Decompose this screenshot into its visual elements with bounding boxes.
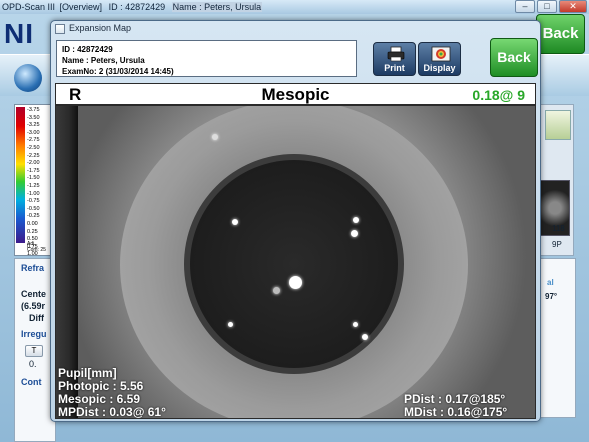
exam-number: ExamNo: 2 (31/03/2014 14:45) bbox=[62, 67, 174, 76]
reflection-glint bbox=[228, 322, 233, 327]
reflection-glint bbox=[351, 230, 358, 237]
minimize-button[interactable]: – bbox=[515, 0, 535, 13]
color-scale-footer: Adj. Com: 25 bbox=[27, 241, 46, 253]
scale-value: -1.25 bbox=[27, 182, 40, 189]
print-button[interactable]: Print bbox=[373, 42, 416, 76]
contrast-heading: Cont bbox=[21, 377, 42, 387]
center-value: (6.59r bbox=[21, 301, 46, 311]
eye-image[interactable]: Pupil[mm] Photopic : 5.56 Mesopic : 6.59… bbox=[55, 105, 536, 419]
print-label: Print bbox=[384, 63, 405, 73]
scale-value: -0.75 bbox=[27, 198, 40, 205]
dialog-titlebar: Expansion Map bbox=[51, 21, 540, 37]
display-label: Display bbox=[423, 63, 456, 73]
scale-value: -3.50 bbox=[27, 114, 40, 121]
brand-logo: NI bbox=[4, 18, 34, 49]
patient-name: Name : Peters, Ursula bbox=[62, 56, 145, 65]
mesopic-value: Mesopic : 6.59 bbox=[58, 392, 141, 406]
eye-side-label: R bbox=[69, 85, 82, 104]
scale-value: 0.00 bbox=[27, 220, 38, 227]
right-degree-value: 97° bbox=[545, 292, 558, 301]
irregular-toggle-button[interactable]: T bbox=[25, 345, 43, 357]
reflection-glint bbox=[232, 219, 238, 225]
close-button[interactable]: ✕ bbox=[559, 0, 587, 13]
app-title: OPD-Scan III bbox=[2, 2, 56, 12]
color-scale-panel: -3.75 -3.50 -3.25 -3.00 -2.75 -2.50 -2.25 -2.00… bbox=[14, 104, 54, 318]
maximize-button[interactable]: □ bbox=[537, 0, 557, 13]
reflection-glint bbox=[353, 322, 358, 327]
scale-value: -3.00 bbox=[27, 129, 40, 136]
globe-icon[interactable] bbox=[14, 64, 42, 92]
irregular-heading: Irregu bbox=[21, 329, 47, 339]
scale-value: -2.25 bbox=[27, 152, 40, 159]
right-lower-panel bbox=[540, 258, 576, 418]
main-titlebar: OPD-Scan III [Overview] ID : 42872429 Na… bbox=[0, 0, 589, 14]
refraction-heading: Refra bbox=[21, 263, 45, 273]
map-thumbnail[interactable] bbox=[545, 110, 571, 140]
dialog-title: Expansion Map bbox=[69, 23, 132, 33]
mdist-value: MDist : 0.16@175° bbox=[404, 405, 508, 419]
scale-value: -1.50 bbox=[27, 175, 40, 182]
patient-info-box: ID : 42872429 Name : Peters, Ursula Exam… bbox=[56, 40, 357, 77]
scale-footer-com: Com: 25 bbox=[27, 247, 46, 253]
scale-value: -1.75 bbox=[27, 167, 40, 174]
back-button[interactable]: Back bbox=[490, 38, 538, 77]
title-id: ID : 42872429 bbox=[108, 2, 166, 12]
center-label: Cente bbox=[21, 289, 47, 299]
map-header: Mesopic R 0.18@ 9 bbox=[55, 83, 536, 105]
reflection-glint bbox=[273, 287, 280, 294]
diff-label: Diff bbox=[29, 313, 44, 323]
scale-value: -0.50 bbox=[27, 205, 40, 212]
patient-id: ID : 42872429 bbox=[62, 45, 113, 54]
scale-value: -2.75 bbox=[27, 137, 40, 144]
right-al-label: al bbox=[547, 278, 554, 287]
map-title: Mesopic bbox=[261, 85, 330, 104]
reading-value: 0.18@ 9 bbox=[472, 87, 525, 103]
scale-value: -2.00 bbox=[27, 160, 40, 167]
scale-value: -2.50 bbox=[27, 144, 40, 151]
view-title: [Overview] bbox=[59, 2, 103, 12]
title-name: Name : Peters, Ursula bbox=[171, 2, 263, 12]
main-back-button[interactable]: Back bbox=[536, 14, 585, 54]
printer-icon bbox=[387, 46, 405, 62]
scale-value: -3.25 bbox=[27, 122, 40, 129]
reflection-glint bbox=[212, 134, 218, 140]
right-mid-value2: 9P bbox=[552, 240, 562, 249]
display-icon bbox=[431, 46, 451, 62]
scale-value: -0.25 bbox=[27, 213, 40, 220]
photopic-value: Photopic : 5.56 bbox=[58, 379, 144, 393]
expansion-map-dialog: Expansion Map ID : 42872429 Name : Peter… bbox=[50, 20, 541, 422]
window-icon bbox=[55, 24, 65, 34]
pupil-header: Pupil[mm] bbox=[58, 366, 117, 380]
irregular-value: 0. bbox=[29, 359, 37, 369]
scale-value: -1.00 bbox=[27, 190, 40, 197]
scale-value: -3.75 bbox=[27, 107, 40, 113]
right-mid-value: 118 bbox=[552, 224, 565, 233]
pdist-value: PDist : 0.17@185° bbox=[404, 392, 506, 406]
window-controls: – □ ✕ bbox=[515, 0, 587, 14]
reflection-glint bbox=[289, 276, 302, 289]
reflection-glint bbox=[353, 217, 359, 223]
reflection-glint bbox=[362, 334, 368, 340]
scale-value: 0.25 bbox=[27, 228, 38, 235]
mpdist-value: MPDist : 0.03@ 61° bbox=[58, 405, 166, 419]
display-button[interactable]: Display bbox=[418, 42, 461, 76]
